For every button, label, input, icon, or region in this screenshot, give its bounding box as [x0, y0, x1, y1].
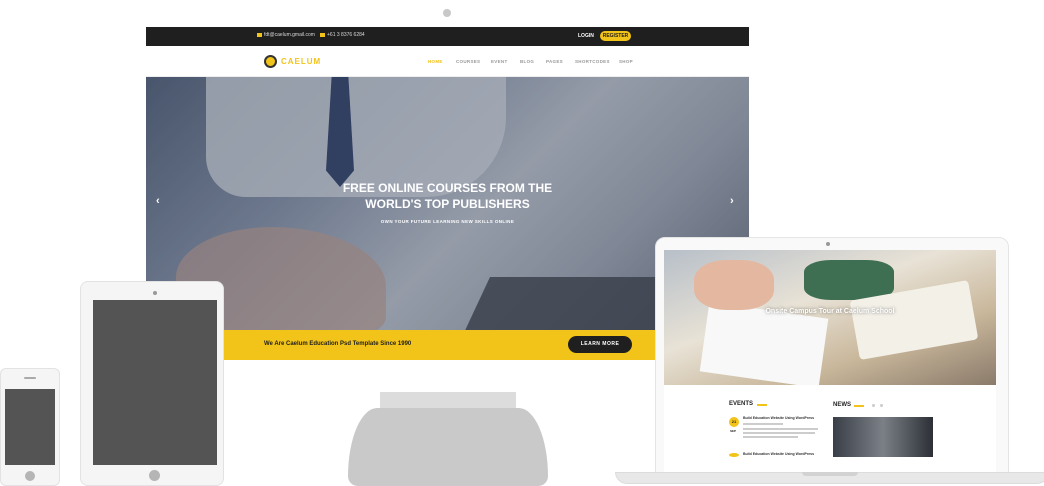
laptop-hero: Onsite Campus Tour at Caelum School	[664, 250, 996, 385]
nav-shop[interactable]: SHOP	[619, 59, 633, 64]
chevron-right-icon[interactable]: ›	[730, 195, 734, 207]
contact-email: fdt@caelum.gmail.com	[264, 32, 315, 38]
laptop-notch	[802, 472, 858, 476]
event-title[interactable]: Build Education Website Using WordPress	[743, 452, 814, 456]
register-button[interactable]: REGISTER	[600, 31, 631, 41]
contact-phone: +61 3 8376 6284	[327, 32, 365, 38]
nav-pages[interactable]: PAGES	[546, 59, 563, 64]
event-date-badge	[729, 453, 739, 457]
nav-event[interactable]: EVENT	[491, 59, 508, 64]
news-heading: NEWS	[833, 402, 851, 408]
event-excerpt-line	[743, 428, 818, 430]
nav-home[interactable]: HOME	[428, 59, 443, 64]
hero-title: FREE ONLINE COURSES FROM THE WORLD'S TOP…	[146, 180, 749, 212]
tablet-home-button	[149, 470, 160, 481]
event-meta	[743, 423, 783, 425]
top-bar: fdt@caelum.gmail.com +61 3 8376 6284 LOG…	[146, 27, 749, 46]
nav-courses[interactable]: COURSES	[456, 59, 480, 64]
tablet-camera	[153, 291, 157, 295]
event-title[interactable]: Build Education Website Using WordPress	[743, 416, 814, 420]
learn-more-button[interactable]: LEARN MORE	[568, 336, 632, 353]
laptop-hero-arm	[694, 260, 774, 310]
laptop-hero-caption: Onsite Campus Tour at Caelum School	[765, 308, 895, 315]
news-image[interactable]	[833, 417, 933, 457]
hero-title-line2: WORLD'S TOP PUBLISHERS	[365, 197, 530, 211]
phone-home-button	[25, 471, 35, 481]
owl-icon[interactable]	[264, 55, 277, 68]
cta-text: We Are Caelum Education Psd Template Sin…	[264, 341, 412, 347]
laptop-hero-sleeve	[804, 260, 894, 300]
nav-blog[interactable]: BLOG	[520, 59, 534, 64]
event-excerpt-line	[743, 436, 798, 438]
nav-shortcodes[interactable]: SHORTCODES	[575, 59, 610, 64]
tablet-screen	[93, 300, 217, 465]
login-link[interactable]: LOGIN	[578, 33, 594, 39]
monitor-camera	[443, 9, 451, 17]
brand-logo[interactable]: CAELUM	[281, 57, 321, 66]
event-month: SEP	[730, 429, 737, 433]
monitor-stand	[348, 408, 548, 486]
phone-icon	[320, 33, 325, 37]
monitor-neck	[380, 392, 516, 409]
laptop-camera	[826, 242, 830, 246]
phone-speaker	[24, 377, 36, 379]
phone-screen	[5, 389, 55, 465]
mail-icon	[257, 33, 262, 37]
hero-title-line1: FREE ONLINE COURSES FROM THE	[342, 181, 553, 195]
event-date-badge: 21	[729, 417, 739, 427]
main-nav: CAELUM HOME COURSES EVENT BLOG PAGES SHO…	[146, 46, 749, 77]
events-heading: EVENTS	[729, 401, 754, 407]
news-prev-dot[interactable]	[872, 404, 875, 407]
news-next-dot[interactable]	[880, 404, 883, 407]
hero-subtitle: OWN YOUR FUTURE LEARNING NEW SKILLS ONLI…	[380, 219, 515, 224]
news-underline	[854, 405, 864, 407]
event-day: 21	[731, 419, 737, 424]
event-excerpt-line	[743, 432, 815, 434]
events-underline	[757, 404, 767, 406]
chevron-left-icon[interactable]: ‹	[156, 195, 160, 207]
laptop-screen: Onsite Campus Tour at Caelum School EVEN…	[664, 250, 996, 472]
